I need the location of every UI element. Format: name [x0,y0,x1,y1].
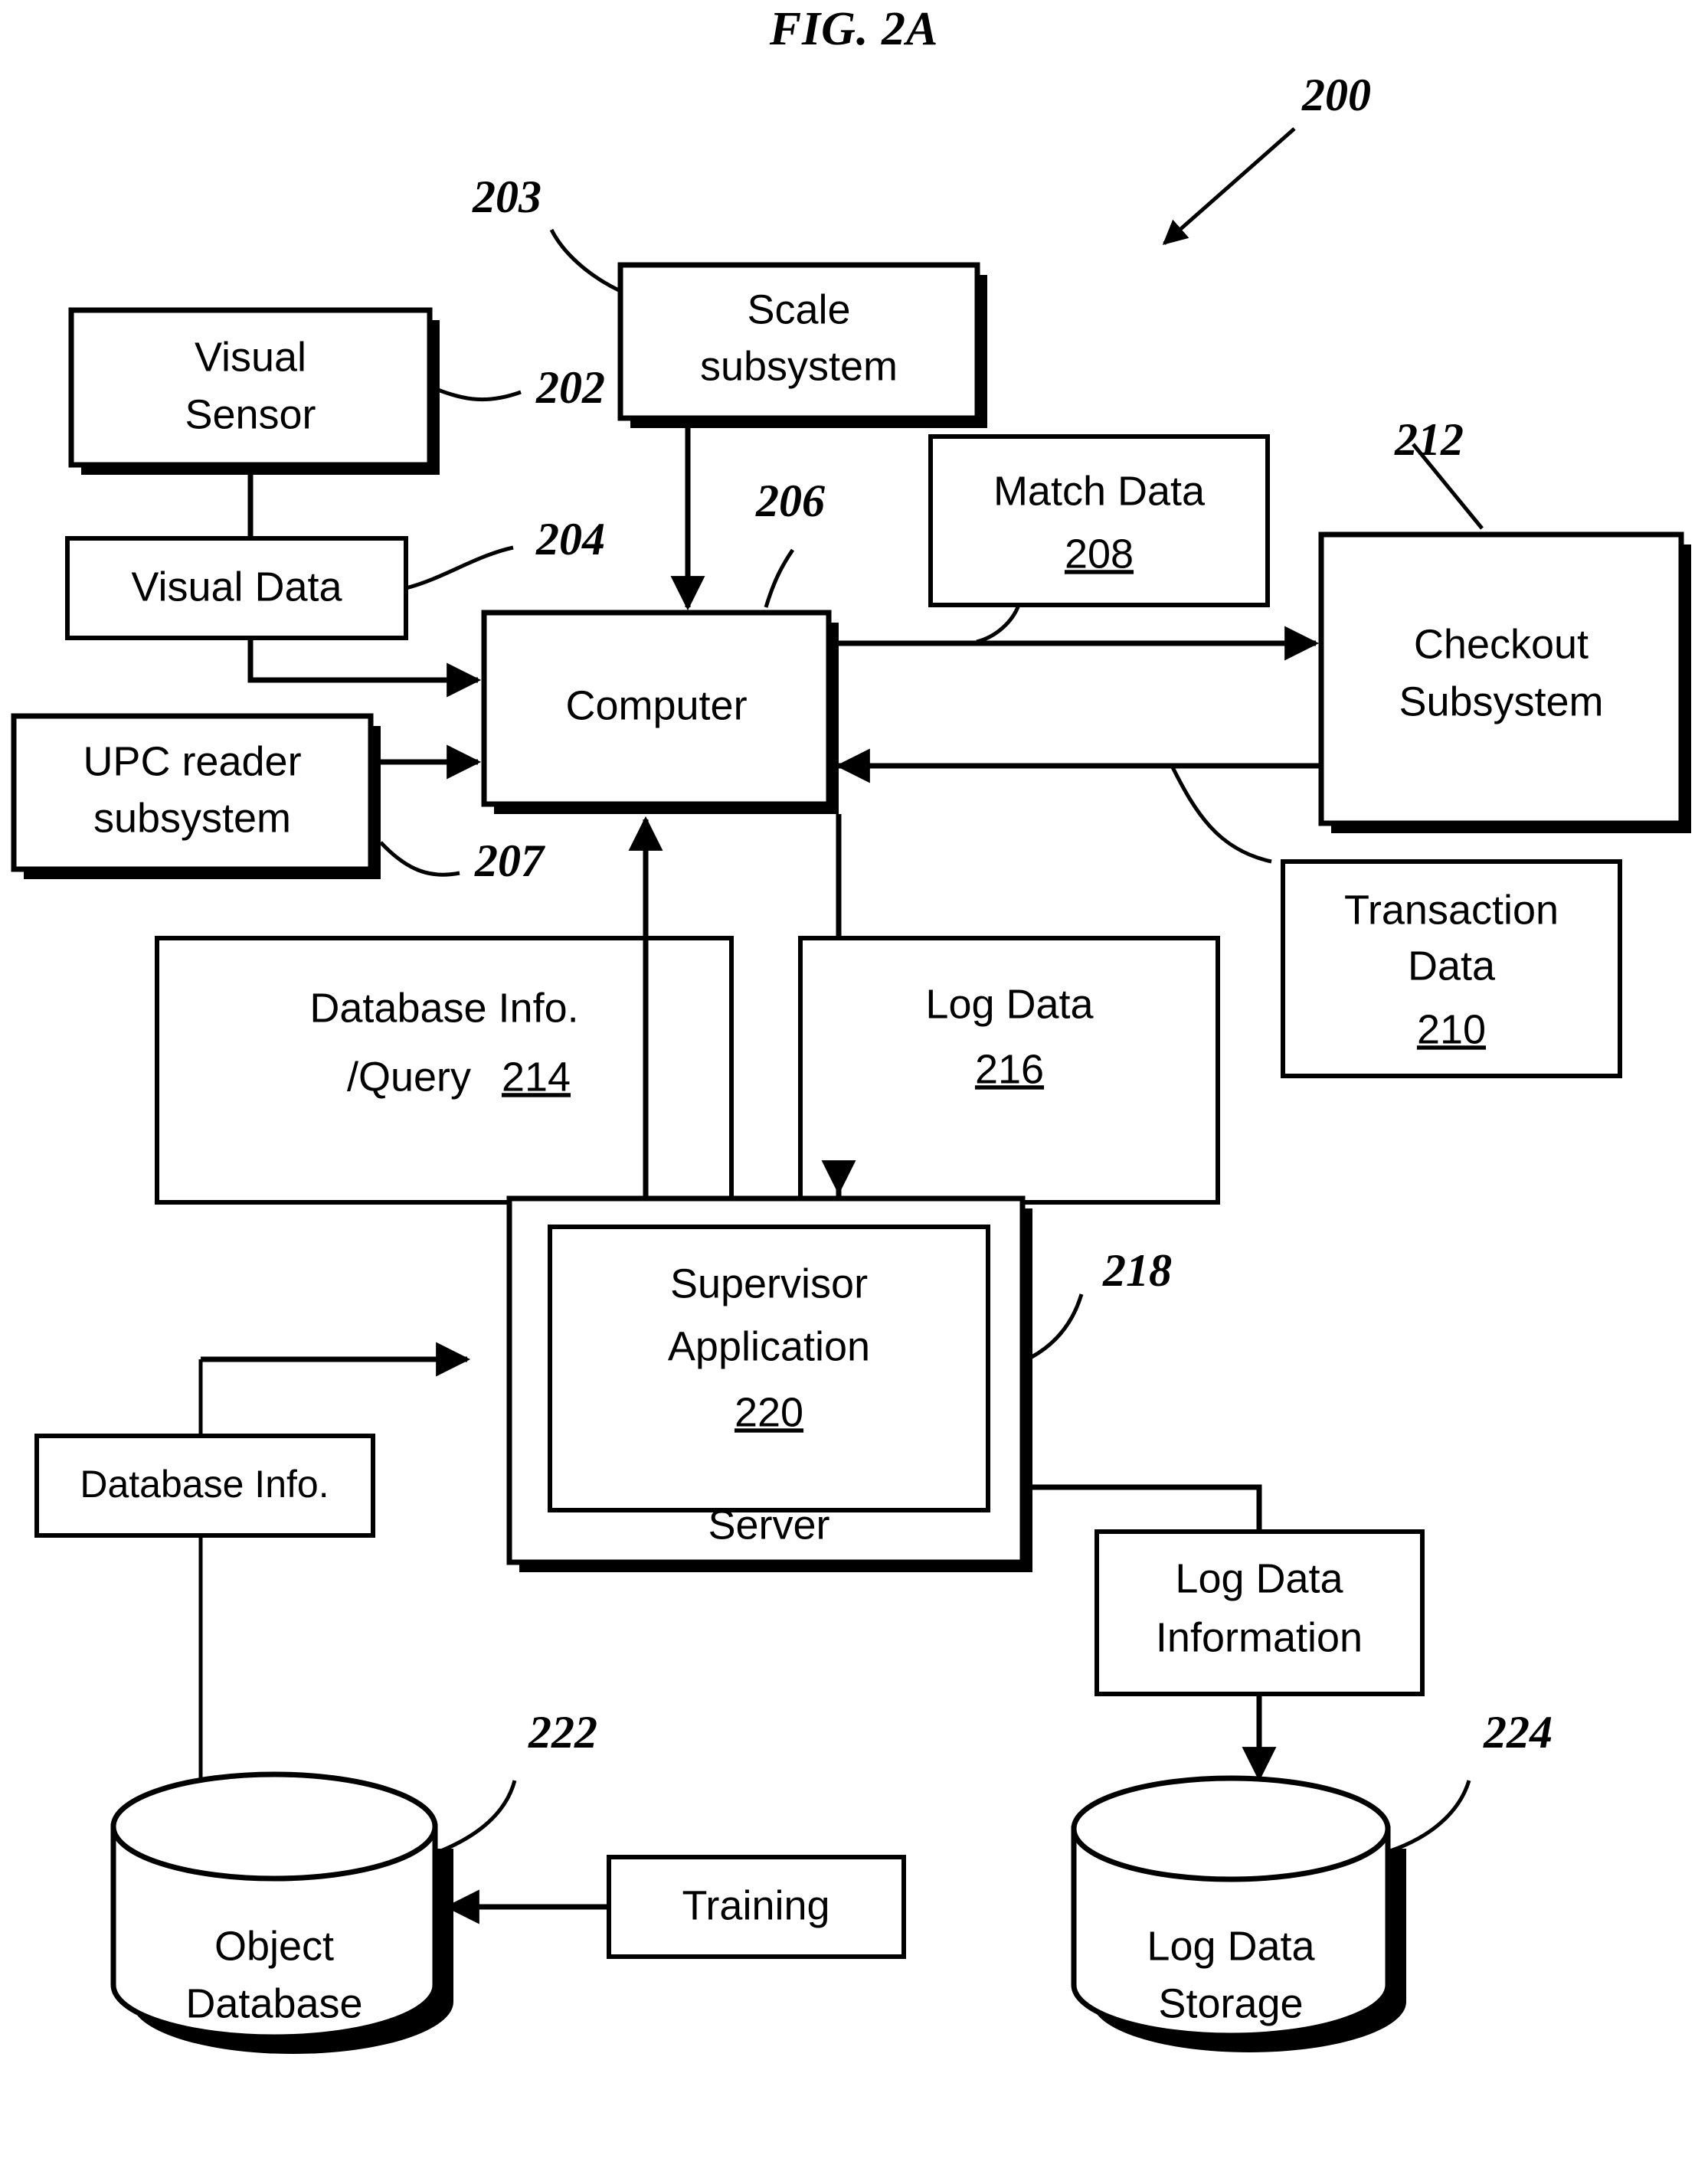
upc-reader-label-line1: UPC reader [83,738,301,784]
checkout-subsystem-label-line1: Checkout [1414,621,1589,667]
training-label: Training [682,1882,829,1928]
log-data-storage-label-line1: Log Data [1147,1923,1315,1969]
database-info-query-label-line1: Database Info. [309,985,578,1031]
log-data-label: Log Data [925,981,1094,1027]
computer-leader [764,548,795,608]
ref-203: 203 [472,172,542,222]
visual-sensor-label-line2: Sensor [185,391,316,437]
object-database-leader [434,1780,517,1856]
ref-212: 212 [1394,414,1464,465]
server-label: Server [708,1502,829,1548]
patent-figure-2a: FIG. 2A 200 Visual Sensor 202 Scale subs… [0,0,1708,2168]
transaction-data-ref: 210 [1417,1006,1486,1052]
log-data-storage-label-line2: Storage [1158,1980,1303,2026]
upc-reader-label-line2: subsystem [93,795,291,841]
object-database-label-line2: Database [185,1980,362,2026]
scale-subsystem-label-line2: subsystem [700,343,898,389]
ref-206: 206 [755,476,825,526]
visual-data-label: Visual Data [131,564,342,610]
ref-218: 218 [1102,1245,1172,1296]
log-data-information-label-line2: Information [1156,1614,1363,1660]
database-info-query-label-line2: /Query [347,1054,471,1100]
supervisor-application-ref: 220 [735,1389,803,1435]
system-ref-pointer [1162,127,1296,245]
match-data-ref: 208 [1065,531,1134,577]
log-data-ref: 216 [975,1046,1044,1092]
ref-202: 202 [535,362,605,413]
visual-sensor-leader [429,384,522,402]
figure-title: FIG. 2A [769,3,939,55]
transaction-data-label-line2: Data [1408,943,1496,989]
edge-visual-data-to-computer [247,638,482,698]
ref-204: 204 [535,514,605,564]
supervisor-application-label-line1: Supervisor [670,1261,868,1306]
visual-sensor-label-line1: Visual [195,334,306,380]
ref-224: 224 [1483,1707,1553,1758]
log-data-storage-leader [1387,1780,1471,1854]
checkout-subsystem-label-line2: Subsystem [1399,679,1603,724]
computer-label: Computer [565,682,747,728]
match-data-node [928,434,1270,607]
match-data-label: Match Data [993,468,1206,514]
diagram-canvas: FIG. 2A 200 Visual Sensor 202 Scale subs… [11,3,1691,2054]
database-info-label: Database Info. [80,1463,329,1506]
database-info-query-ref: 214 [502,1054,571,1100]
ref-207: 207 [474,835,545,886]
transaction-data-label-line1: Transaction [1344,887,1559,933]
log-data-information-label-line1: Log Data [1175,1555,1343,1601]
scale-subsystem-leader [549,228,622,293]
visual-data-leader [405,545,514,590]
edge-server-to-log-data-information [1023,1484,1262,1532]
match-data-leader [976,604,1021,644]
scale-subsystem-label-line1: Scale [747,286,850,332]
supervisor-application-label-line2: Application [668,1323,870,1369]
upc-reader-leader [379,841,460,877]
ref-200: 200 [1301,70,1371,120]
transaction-data-leader [1170,764,1272,864]
object-database-label-line1: Object [214,1923,334,1969]
database-info-query-line2: /Query 214 [347,1054,571,1100]
ref-222: 222 [528,1707,597,1758]
